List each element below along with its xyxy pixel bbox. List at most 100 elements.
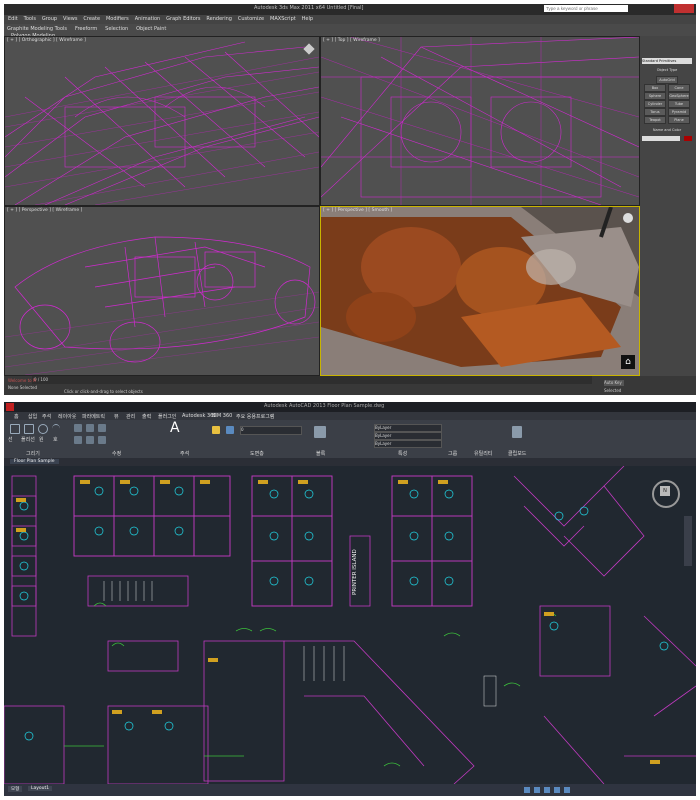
ribbon-tab-home[interactable]: 홈 xyxy=(14,413,19,420)
color-dropdown[interactable]: ByLayer xyxy=(374,424,442,432)
menu-views[interactable]: Views xyxy=(63,16,77,22)
line-icon[interactable] xyxy=(10,424,20,434)
viewcube-icon[interactable] xyxy=(623,213,633,223)
viewport-bottom-left[interactable]: [ + ] [ Perspective ] [ Wireframe ] xyxy=(4,206,320,376)
panel-modify[interactable]: 수정 xyxy=(112,450,121,457)
menu-animation[interactable]: Animation xyxy=(135,16,161,22)
viewport-bottom-right[interactable]: [ + ] [ Perspective ] [ Smooth ] ⌂ xyxy=(320,206,640,376)
line-tool-label[interactable]: 선 xyxy=(8,436,13,443)
circle-tool-label[interactable]: 원 xyxy=(39,436,44,443)
osnap-icon[interactable] xyxy=(564,787,570,793)
ribbon-tab-bim360[interactable]: BIM 360 xyxy=(212,413,232,419)
polar-icon[interactable] xyxy=(554,787,560,793)
object-color-swatch[interactable] xyxy=(684,136,692,141)
navigation-bar[interactable] xyxy=(684,516,692,566)
close-button[interactable] xyxy=(674,4,694,13)
ribbon-tab-selection[interactable]: Selection xyxy=(105,26,128,32)
fillet-icon[interactable] xyxy=(98,436,106,444)
ribbon-tab-annotate[interactable]: 주석 xyxy=(42,413,51,420)
sphere-button[interactable]: Sphere xyxy=(644,92,666,100)
menu-modifiers[interactable]: Modifiers xyxy=(106,16,129,22)
drawing-canvas[interactable]: PRINTER ISLAND N xyxy=(4,466,696,784)
lineweight-dropdown[interactable]: ByLayer xyxy=(374,440,442,448)
drawing-tab-floor-plan[interactable]: Floor Plan Sample xyxy=(10,459,59,464)
ribbon-tab-layout[interactable]: 레이아웃 xyxy=(58,413,76,420)
ribbon-tab-featured-apps[interactable]: 주요 응용프로그램 xyxy=(236,413,274,420)
layer-properties-icon[interactable] xyxy=(212,426,220,434)
viewport-top-left[interactable]: [ + ] [ Orthographic ] [ Wireframe ] xyxy=(4,36,320,206)
viewport-label-2[interactable]: [ + ] [ Top ] [ Wireframe ] xyxy=(323,38,380,43)
panel-draw[interactable]: 그리기 xyxy=(26,450,40,457)
menu-edit[interactable]: Edit xyxy=(8,16,18,22)
trim-icon[interactable] xyxy=(98,424,106,432)
ribbon-tab-object-paint[interactable]: Object Paint xyxy=(136,26,166,32)
rotate-icon[interactable] xyxy=(86,424,94,432)
ribbon-tab-manage[interactable]: 관리 xyxy=(126,413,135,420)
menu-group[interactable]: Group xyxy=(42,16,57,22)
viewport-top-right[interactable]: [ + ] [ Top ] [ Wireframe ] xyxy=(320,36,640,206)
menu-graph-editors[interactable]: Graph Editors xyxy=(166,16,200,22)
ribbon-tab-freeform[interactable]: Freeform xyxy=(75,26,97,32)
panel-properties[interactable]: 특성 xyxy=(398,450,407,457)
copy-icon[interactable] xyxy=(74,436,82,444)
menu-customize[interactable]: Customize xyxy=(238,16,264,22)
viewport-label-4[interactable]: [ + ] [ Perspective ] [ Smooth ] xyxy=(323,208,392,213)
viewport-label-3[interactable]: [ + ] [ Perspective ] [ Wireframe ] xyxy=(7,208,82,213)
tube-button[interactable]: Tube xyxy=(668,100,690,108)
help-search-input[interactable] xyxy=(544,5,628,12)
menu-create[interactable]: Create xyxy=(83,16,100,22)
panel-utilities[interactable]: 유틸리티 xyxy=(474,450,492,457)
viewcube-face[interactable]: N xyxy=(660,486,670,496)
viewport-label-1[interactable]: [ + ] [ Orthographic ] [ Wireframe ] xyxy=(7,38,86,43)
auto-key-button[interactable]: Auto Key xyxy=(604,380,624,386)
menu-tools[interactable]: Tools xyxy=(24,16,36,22)
geosphere-button[interactable]: GeoSphere xyxy=(668,92,690,100)
mirror-icon[interactable] xyxy=(86,436,94,444)
teapot-button[interactable]: Teapot xyxy=(644,116,666,124)
linetype-dropdown[interactable]: ByLayer xyxy=(374,432,442,440)
panel-clipboard[interactable]: 클립보드 xyxy=(508,450,526,457)
menu-maxscript[interactable]: MAXScript xyxy=(270,16,296,22)
text-tool-icon[interactable]: A xyxy=(170,420,180,436)
polyline-tool-label[interactable]: 폴리선 xyxy=(21,436,35,443)
model-tab[interactable]: 모형 xyxy=(8,786,23,792)
panel-block[interactable]: 블록 xyxy=(316,450,325,457)
plane-button[interactable]: Plane xyxy=(668,116,690,124)
app-menu-icon[interactable] xyxy=(6,403,14,411)
maxscript-listener[interactable]: Welcome to M xyxy=(8,378,36,383)
paste-icon[interactable] xyxy=(512,426,522,438)
arc-icon[interactable] xyxy=(52,424,60,433)
grid-icon[interactable] xyxy=(534,787,540,793)
arc-tool-label[interactable]: 호 xyxy=(53,436,58,443)
ribbon-tab-graphite[interactable]: Graphite Modeling Tools xyxy=(7,26,67,32)
layer-state-icon[interactable] xyxy=(226,426,234,434)
box-button[interactable]: Box xyxy=(644,84,666,92)
panel-annotation[interactable]: 주석 xyxy=(180,450,189,457)
autogrid-checkbox[interactable]: AutoGrid xyxy=(656,76,678,84)
snap-icon[interactable] xyxy=(524,787,530,793)
object-name-field[interactable] xyxy=(642,136,680,141)
panel-groups[interactable]: 그룹 xyxy=(448,450,457,457)
key-filter-select[interactable]: Selected xyxy=(604,388,621,393)
ribbon-tab-parametric[interactable]: 파라메트릭 xyxy=(82,413,105,420)
primitive-dropdown[interactable]: Standard Primitives xyxy=(642,58,692,64)
cylinder-button[interactable]: Cylinder xyxy=(644,100,666,108)
panel-layers[interactable]: 도면층 xyxy=(250,450,264,457)
ribbon-tab-insert[interactable]: 삽입 xyxy=(28,413,37,420)
torus-button[interactable]: Torus xyxy=(644,108,666,116)
layout1-tab[interactable]: Layout1 xyxy=(28,786,53,791)
ribbon-tab-view[interactable]: 뷰 xyxy=(114,413,119,420)
insert-block-icon[interactable] xyxy=(314,426,326,438)
menu-rendering[interactable]: Rendering xyxy=(206,16,232,22)
circle-icon[interactable] xyxy=(38,424,48,434)
pyramid-button[interactable]: Pyramid xyxy=(668,108,690,116)
time-slider[interactable]: 0 / 100 xyxy=(32,376,592,384)
polyline-icon[interactable] xyxy=(24,424,34,434)
ribbon-tab-output[interactable]: 출력 xyxy=(142,413,151,420)
layer-dropdown[interactable]: 0 xyxy=(240,426,302,435)
ribbon-tab-plugins[interactable]: 플러그인 xyxy=(158,413,176,420)
move-icon[interactable] xyxy=(74,424,82,432)
home-icon[interactable]: ⌂ xyxy=(621,355,635,369)
cone-button[interactable]: Cone xyxy=(668,84,690,92)
ortho-icon[interactable] xyxy=(544,787,550,793)
